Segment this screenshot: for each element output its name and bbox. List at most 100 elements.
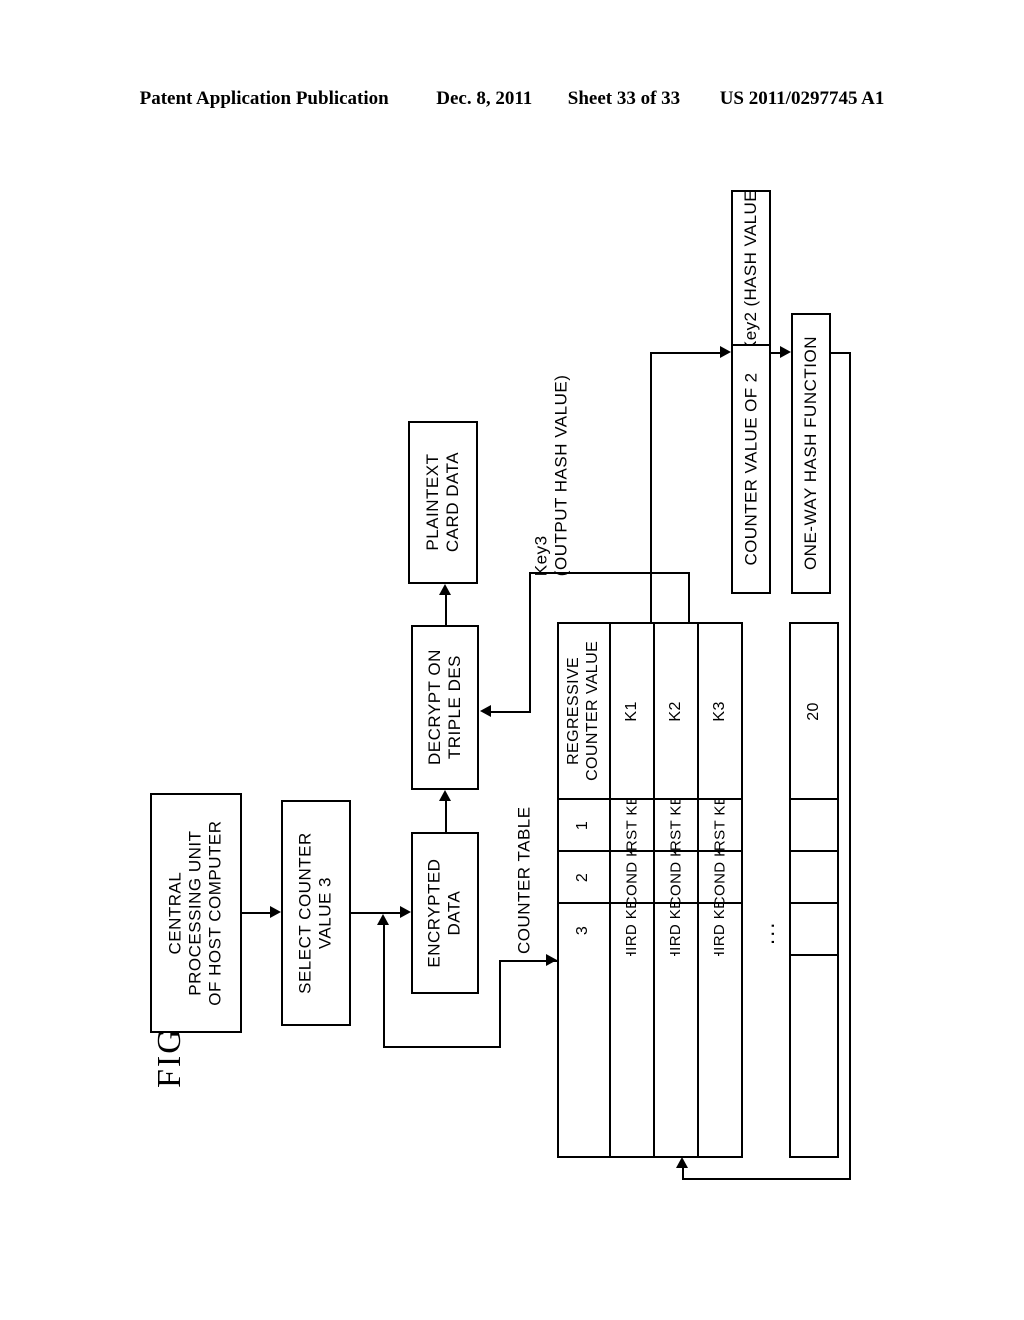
connector-hash-out-v2	[682, 1168, 684, 1180]
table-cell: THIRD KEY	[655, 904, 697, 956]
cell-k3-row3: THIRD KEY	[711, 904, 729, 956]
plaintext-text: PLAINTEXT CARD DATA	[423, 452, 463, 552]
select-counter-line-1: SELECT COUNTER	[295, 832, 315, 994]
table-ellipsis: ...	[754, 920, 779, 945]
plaintext-card-data-box: PLAINTEXT CARD DATA	[408, 421, 478, 584]
table-cell: FIRST KEY	[655, 800, 697, 852]
connector-table-to-encrypted-h2	[383, 1046, 501, 1048]
table-cell: SECOND KEY	[699, 852, 741, 904]
col-header-counter-line-2: COUNTER VALUE	[584, 640, 602, 782]
cell-k2-row1: FIRST KEY	[667, 800, 685, 852]
arrowhead-encrypted-to-decrypt	[439, 790, 451, 801]
cell-k3-row2: SECOND KEY	[711, 852, 729, 904]
connector-key3-h2	[491, 711, 531, 713]
arrowhead-key3-to-decrypt	[480, 705, 491, 717]
key3-line-2: (OUTPUT HASH VALUE)	[552, 374, 572, 576]
plaintext-line-1: PLAINTEXT	[422, 453, 442, 552]
decrypt-triple-des-box: DECRYPT ON TRIPLE DES	[411, 625, 479, 790]
table-cell: SECOND KEY	[611, 852, 653, 904]
plaintext-line-2: CARD DATA	[443, 452, 462, 553]
connector-key2-v2	[650, 352, 652, 574]
cell-k2-row2: SECOND KEY	[667, 852, 685, 904]
connector-key2-h2	[650, 352, 720, 354]
tail-cell-k1	[791, 800, 837, 852]
arrowhead-key2-to-hash	[780, 346, 791, 358]
table-column-k1: K1 FIRST KEY SECOND KEY THIRD KEY	[611, 624, 655, 1156]
cell-k1-row2: SECOND KEY	[623, 852, 641, 904]
decrypt-text: DECRYPT ON TRIPLE DES	[425, 650, 465, 766]
arrowhead-hash-to-table	[676, 1157, 688, 1168]
counter-value-of-2-segment: COUNTER VALUE OF 2	[733, 346, 769, 592]
table-header-k2: K2	[655, 624, 697, 800]
cell-k1-row1: FIRST KEY	[623, 800, 641, 852]
select-counter-line-2: VALUE 3	[316, 876, 336, 950]
publication-date: Dec. 8, 2011	[436, 88, 533, 109]
cpu-host-computer-box: CENTRAL PROCESSING UNIT OF HOST COMPUTER	[150, 793, 242, 1033]
decrypt-line-1: DECRYPT ON	[424, 649, 444, 766]
connector-key3-v1	[650, 572, 652, 624]
connector-encrypted-to-decrypt	[445, 801, 447, 832]
key3-line-1: Key3	[531, 535, 551, 576]
connector-key3-v2	[529, 572, 531, 712]
counter-value-key2-box: Key2 (HASH VALUE) COUNTER VALUE OF 2	[731, 190, 771, 594]
connector-hash-out-h2	[682, 1178, 851, 1180]
cell-k2-row3: THIRD KEY	[667, 904, 685, 956]
counter-value-of-2-text: COUNTER VALUE OF 2	[741, 372, 761, 566]
table-row: 2	[559, 852, 609, 904]
col-header-k1: K1	[622, 700, 640, 722]
publication-header: Patent Application Publication Dec. 8, 2…	[0, 88, 1024, 110]
table-cell: FIRST KEY	[611, 800, 653, 852]
key2-segment: Key2 (HASH VALUE)	[733, 192, 769, 344]
cpu-line-1: CENTRAL	[165, 871, 185, 955]
tail-cell-counter: 20	[791, 624, 837, 800]
table-header-counter-value: REGRESSIVE COUNTER VALUE	[559, 624, 609, 800]
cell-counter-2: 2	[574, 872, 592, 882]
key2-text: Key2 (HASH VALUE)	[741, 192, 761, 344]
counter-table: REGRESSIVE COUNTER VALUE 1 2 3 K1 FIRST …	[557, 622, 743, 1158]
publication-title: Patent Application Publication	[139, 88, 389, 109]
connector-decrypt-to-plaintext	[445, 595, 447, 625]
cpu-line-2: PROCESSING UNIT	[185, 830, 205, 996]
select-counter-value-box: SELECT COUNTER VALUE 3	[281, 800, 351, 1026]
table-column-k3: K3 FIRST KEY SECOND KEY THIRD KEY	[699, 624, 741, 1156]
cpu-box-text: CENTRAL PROCESSING UNIT OF HOST COMPUTER	[166, 820, 226, 1005]
encrypted-data-text: ENCRYPTED DATA	[425, 858, 465, 967]
arrowhead-to-encrypted-data	[377, 914, 389, 925]
document-number: US 2011/0297745 A1	[719, 88, 885, 109]
table-header-k3: K3	[699, 624, 741, 800]
tail-cell-k2	[791, 852, 837, 904]
counter-table-label: COUNTER TABLE	[505, 800, 545, 960]
encrypted-data-line-1: ENCRYPTED	[424, 858, 444, 968]
table-row: 3	[559, 904, 609, 956]
cell-counter-20: 20	[804, 701, 822, 721]
counter-table-label-text: COUNTER TABLE	[514, 806, 534, 954]
table-cell: THIRD KEY	[611, 904, 653, 956]
connector-table-to-encrypted-v1	[499, 960, 501, 1048]
tail-cell-k3	[791, 904, 837, 956]
table-cell: THIRD KEY	[699, 904, 741, 956]
cell-k1-row3: THIRD KEY	[623, 904, 641, 956]
key3-output-hash-label: Key3 (OUTPUT HASH VALUE)	[528, 360, 576, 590]
cell-counter-1: 1	[574, 820, 592, 830]
cell-k3-row1: FIRST KEY	[711, 800, 729, 852]
arrowhead-decrypt-to-plaintext	[439, 584, 451, 595]
table-cell: FIRST KEY	[699, 800, 741, 852]
connector-table-to-encrypted-v2	[383, 925, 385, 1048]
arrowhead-table-left-entry	[546, 954, 557, 966]
table-header-k1: K1	[611, 624, 653, 800]
connector-select-to-encrypted	[351, 912, 400, 914]
arrowhead-select-to-encrypted	[400, 906, 411, 918]
connector-hash-out-v1	[849, 352, 851, 1180]
connector-key2-h1	[650, 572, 690, 574]
one-way-hash-text: ONE-WAY HASH FUNCTION	[800, 336, 820, 571]
encrypted-data-line-2: DATA	[445, 890, 465, 936]
connector-key3-h1	[529, 572, 652, 574]
connector-cpu-to-select	[242, 912, 270, 914]
arrowhead-to-key2-box	[720, 346, 731, 358]
one-way-hash-function-box: ONE-WAY HASH FUNCTION	[791, 313, 831, 594]
encrypted-data-box: ENCRYPTED DATA	[411, 832, 479, 994]
sheet-number: Sheet 33 of 33	[567, 88, 681, 109]
arrowhead-cpu-to-select	[270, 906, 281, 918]
counter-table-tail-row: 20	[789, 622, 839, 1158]
table-row: 1	[559, 800, 609, 852]
